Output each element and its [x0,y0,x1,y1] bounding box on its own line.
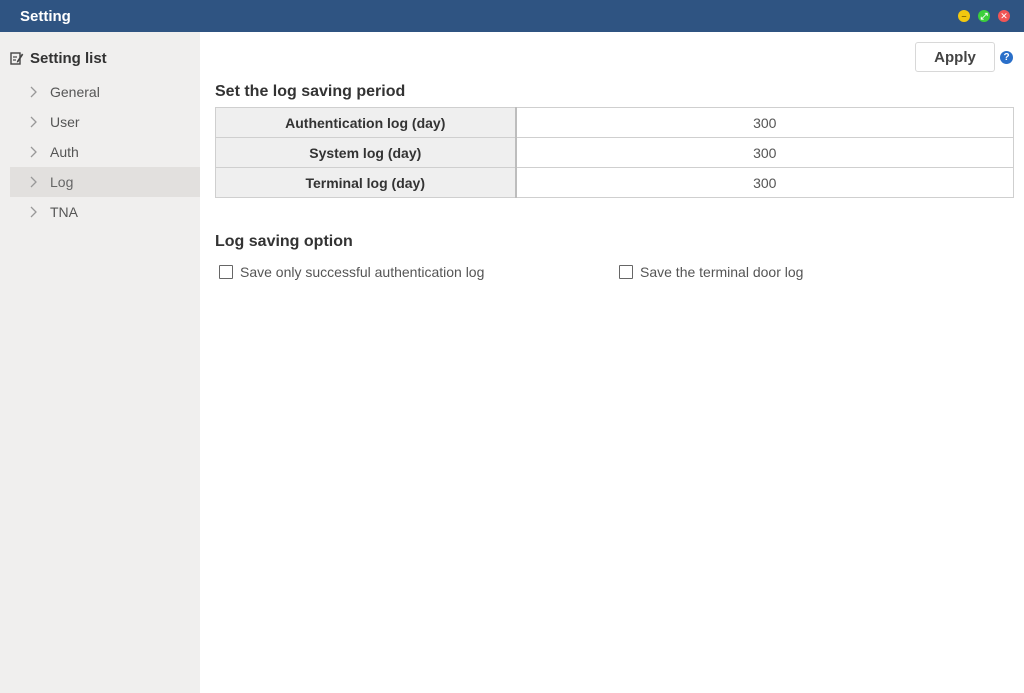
sidebar-list: General User Auth Log TNA [10,77,200,227]
chevron-right-icon [30,85,50,99]
system-log-label: System log (day) [215,137,517,168]
window-title: Setting [20,8,71,25]
maximize-icon[interactable]: ⤢ [978,10,990,22]
table-row: Terminal log (day) 300 [215,167,1014,198]
sidebar-item-label: TNA [50,204,78,220]
sidebar-item-tna[interactable]: TNA [10,197,200,227]
success-auth-log-option[interactable]: Save only successful authentication log [219,264,484,280]
chevron-right-icon [30,175,50,189]
help-icon[interactable]: ? [1000,51,1013,64]
sidebar-item-label: General [50,84,100,100]
sidebar-item-general[interactable]: General [10,77,200,107]
system-log-days-input[interactable]: 300 [515,137,1014,168]
terminal-door-log-option[interactable]: Save the terminal door log [619,264,803,280]
table-row: System log (day) 300 [215,137,1014,168]
chevron-right-icon [30,145,50,159]
auth-log-label: Authentication log (day) [215,107,517,138]
sidebar-item-label: User [50,114,80,130]
chevron-right-icon [30,205,50,219]
table-row: Authentication log (day) 300 [215,107,1014,138]
success-auth-log-checkbox[interactable] [219,265,233,279]
apply-button[interactable]: Apply [915,42,995,72]
period-section-title: Set the log saving period [215,83,406,100]
setting-window: Setting – ⤢ ✕ Setting list General User … [0,0,1024,693]
auth-log-days-input[interactable]: 300 [515,107,1014,138]
edit-icon [10,52,24,65]
terminal-door-log-checkbox[interactable] [619,265,633,279]
options-section-title: Log saving option [215,233,353,250]
sidebar-item-log[interactable]: Log [10,167,200,197]
minimize-icon[interactable]: – [958,10,970,22]
sidebar: Setting list General User Auth Log TNA [0,32,200,693]
sidebar-item-label: Log [50,174,74,190]
sidebar-title: Setting list [30,49,107,67]
main-panel: Apply ? Set the log saving period Authen… [200,32,1024,693]
sidebar-item-user[interactable]: User [10,107,200,137]
option-label: Save only successful authentication log [240,264,485,280]
chevron-right-icon [30,115,50,129]
option-label: Save the terminal door log [640,264,804,280]
terminal-log-days-input[interactable]: 300 [515,167,1014,198]
sidebar-header: Setting list [10,48,107,68]
close-icon[interactable]: ✕ [998,10,1010,22]
title-bar: Setting – ⤢ ✕ [0,0,1024,32]
sidebar-item-auth[interactable]: Auth [10,137,200,167]
log-period-table: Authentication log (day) 300 System log … [215,107,1014,198]
sidebar-item-label: Auth [50,144,79,160]
terminal-log-label: Terminal log (day) [215,167,517,198]
